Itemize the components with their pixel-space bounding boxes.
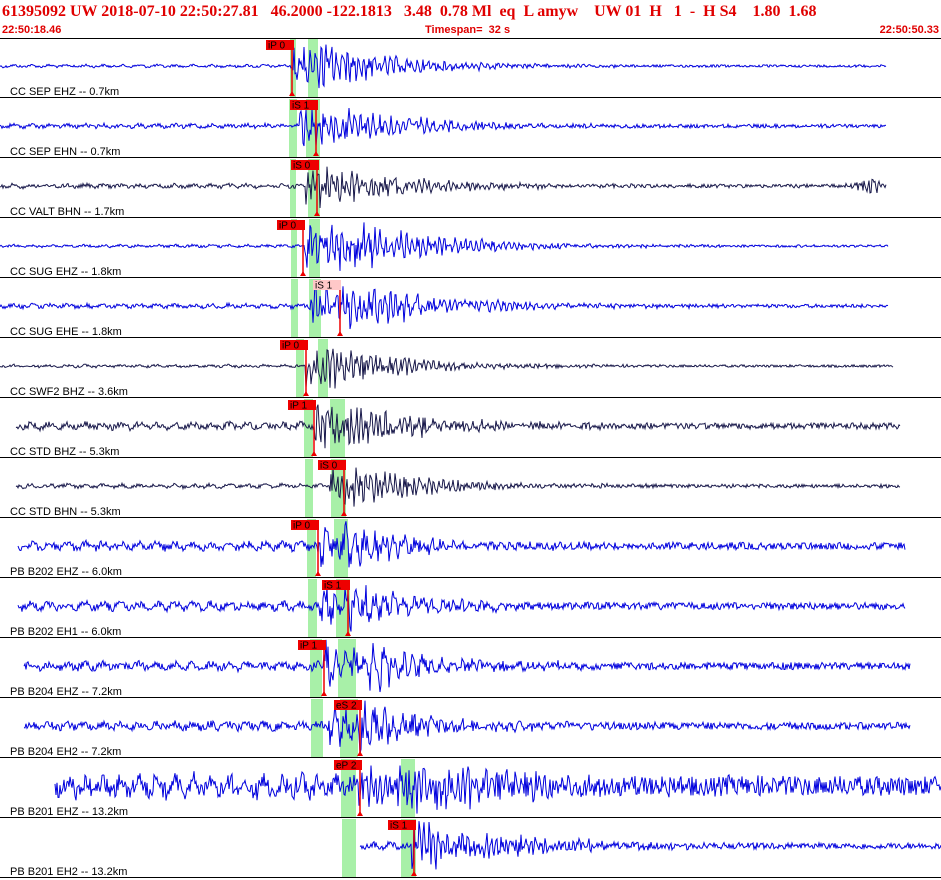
waveform bbox=[0, 222, 889, 271]
trace-label: PB B204 EH2 -- 7.2km bbox=[10, 746, 121, 758]
trace-row[interactable]: iS 1 PB B202 EH1 -- 6.0km bbox=[0, 579, 941, 638]
pick-triangle bbox=[357, 811, 363, 816]
trace-row[interactable]: iS 0 CC VALT BHN -- 1.7km bbox=[0, 159, 941, 218]
waveform bbox=[23, 700, 911, 754]
trace-row[interactable]: iP 1 CC STD BHZ -- 5.3km bbox=[0, 399, 941, 458]
pick-label: eP 2 bbox=[336, 761, 357, 772]
trace-row[interactable]: iS 0 CC STD BHN -- 5.3km bbox=[0, 459, 941, 518]
trace-row[interactable]: iP 1 PB B204 EHZ -- 7.2km bbox=[0, 639, 941, 698]
trace-label: CC STD BHN -- 5.3km bbox=[10, 506, 121, 518]
waveform bbox=[0, 108, 887, 147]
pick-window bbox=[308, 39, 318, 98]
pick-triangle bbox=[300, 271, 306, 276]
trace-label: CC VALT BHN -- 1.7km bbox=[10, 206, 124, 218]
event-header: 61395092 UW 2018-07-10 22:50:27.81 46.20… bbox=[0, 0, 941, 38]
waveform bbox=[15, 404, 901, 449]
trace-label: PB B202 EHZ -- 6.0km bbox=[10, 566, 122, 578]
trace-row[interactable]: iS 1 PB B201 EH2 -- 13.2km bbox=[0, 819, 941, 878]
time-end-label: 22:50:50.33 bbox=[879, 24, 939, 36]
trace-row[interactable]: eP 2 PB B201 EHZ -- 13.2km bbox=[0, 759, 941, 818]
pick-label: iS 1 bbox=[292, 101, 310, 112]
pick-window bbox=[311, 699, 323, 758]
trace-label: CC SWF2 BHZ -- 3.6km bbox=[10, 386, 128, 398]
pick-window bbox=[338, 639, 356, 698]
pick-window bbox=[342, 819, 356, 878]
trace-label: PB B202 EH1 -- 6.0km bbox=[10, 626, 121, 638]
pick-window bbox=[305, 459, 313, 518]
seismogram-panel[interactable]: iP 0 CC SEP EHZ -- 0.7km iS 1 CC SEP EHN --… bbox=[0, 38, 941, 880]
trace-row[interactable]: iS 1 CC SUG EHE -- 1.8km bbox=[0, 279, 941, 338]
waveform bbox=[359, 821, 941, 870]
trace-label: PB B201 EHZ -- 13.2km bbox=[10, 806, 128, 818]
trace-row[interactable]: iP 0 PB B202 EHZ -- 6.0km bbox=[0, 519, 941, 578]
event-summary-title: 61395092 UW 2018-07-10 22:50:27.81 46.20… bbox=[2, 3, 817, 20]
trace-row[interactable]: iP 0 CC SWF2 BHZ -- 3.6km bbox=[0, 339, 941, 398]
pick-window bbox=[291, 279, 298, 338]
trace-row[interactable]: eS 2 PB B204 EH2 -- 7.2km bbox=[0, 699, 941, 758]
pick-label: iP 0 bbox=[279, 221, 296, 232]
pick-label: iP 0 bbox=[293, 521, 310, 532]
trace-label: CC SEP EHN -- 0.7km bbox=[10, 146, 120, 158]
pick-label: iP 0 bbox=[268, 41, 285, 52]
pick-label: iP 0 bbox=[282, 341, 299, 352]
waveform bbox=[15, 467, 901, 507]
pick-label: iS 0 bbox=[320, 461, 338, 472]
pick-label: iS 1 bbox=[315, 281, 333, 292]
waveform bbox=[17, 521, 906, 568]
waveform bbox=[0, 44, 887, 89]
trace-label: CC SUG EHE -- 1.8km bbox=[10, 326, 122, 338]
trace-row[interactable]: iP 0 CC SEP EHZ -- 0.7km bbox=[0, 39, 941, 98]
waveform bbox=[17, 585, 906, 632]
trace-label: CC SEP EHZ -- 0.7km bbox=[10, 86, 119, 98]
trace-label: CC SUG EHZ -- 1.8km bbox=[10, 266, 121, 278]
trace-label: CC STD BHZ -- 5.3km bbox=[10, 446, 119, 458]
pick-triangle bbox=[337, 331, 343, 336]
waveform bbox=[0, 348, 894, 389]
waveform bbox=[54, 765, 941, 814]
trace-row[interactable]: iP 0 CC SUG EHZ -- 1.8km bbox=[0, 219, 941, 278]
pick-label: eS 2 bbox=[336, 701, 357, 712]
waveform bbox=[23, 639, 911, 693]
pick-label: iS 1 bbox=[390, 821, 408, 832]
pick-label: iP 1 bbox=[300, 641, 317, 652]
pick-label: iP 1 bbox=[290, 401, 307, 412]
pick-label: iS 0 bbox=[293, 161, 311, 172]
trace-label: PB B204 EHZ -- 7.2km bbox=[10, 686, 122, 698]
trace-label: PB B201 EH2 -- 13.2km bbox=[10, 866, 127, 878]
waveform bbox=[0, 166, 887, 209]
trace-row[interactable]: iS 1 CC SEP EHN -- 0.7km bbox=[0, 99, 941, 158]
time-start-label: 22:50:18.46 bbox=[2, 24, 62, 36]
waveform bbox=[0, 282, 889, 330]
timespan-label: Timespan= 32 s bbox=[425, 24, 511, 36]
pick-label: iS 1 bbox=[324, 581, 342, 592]
